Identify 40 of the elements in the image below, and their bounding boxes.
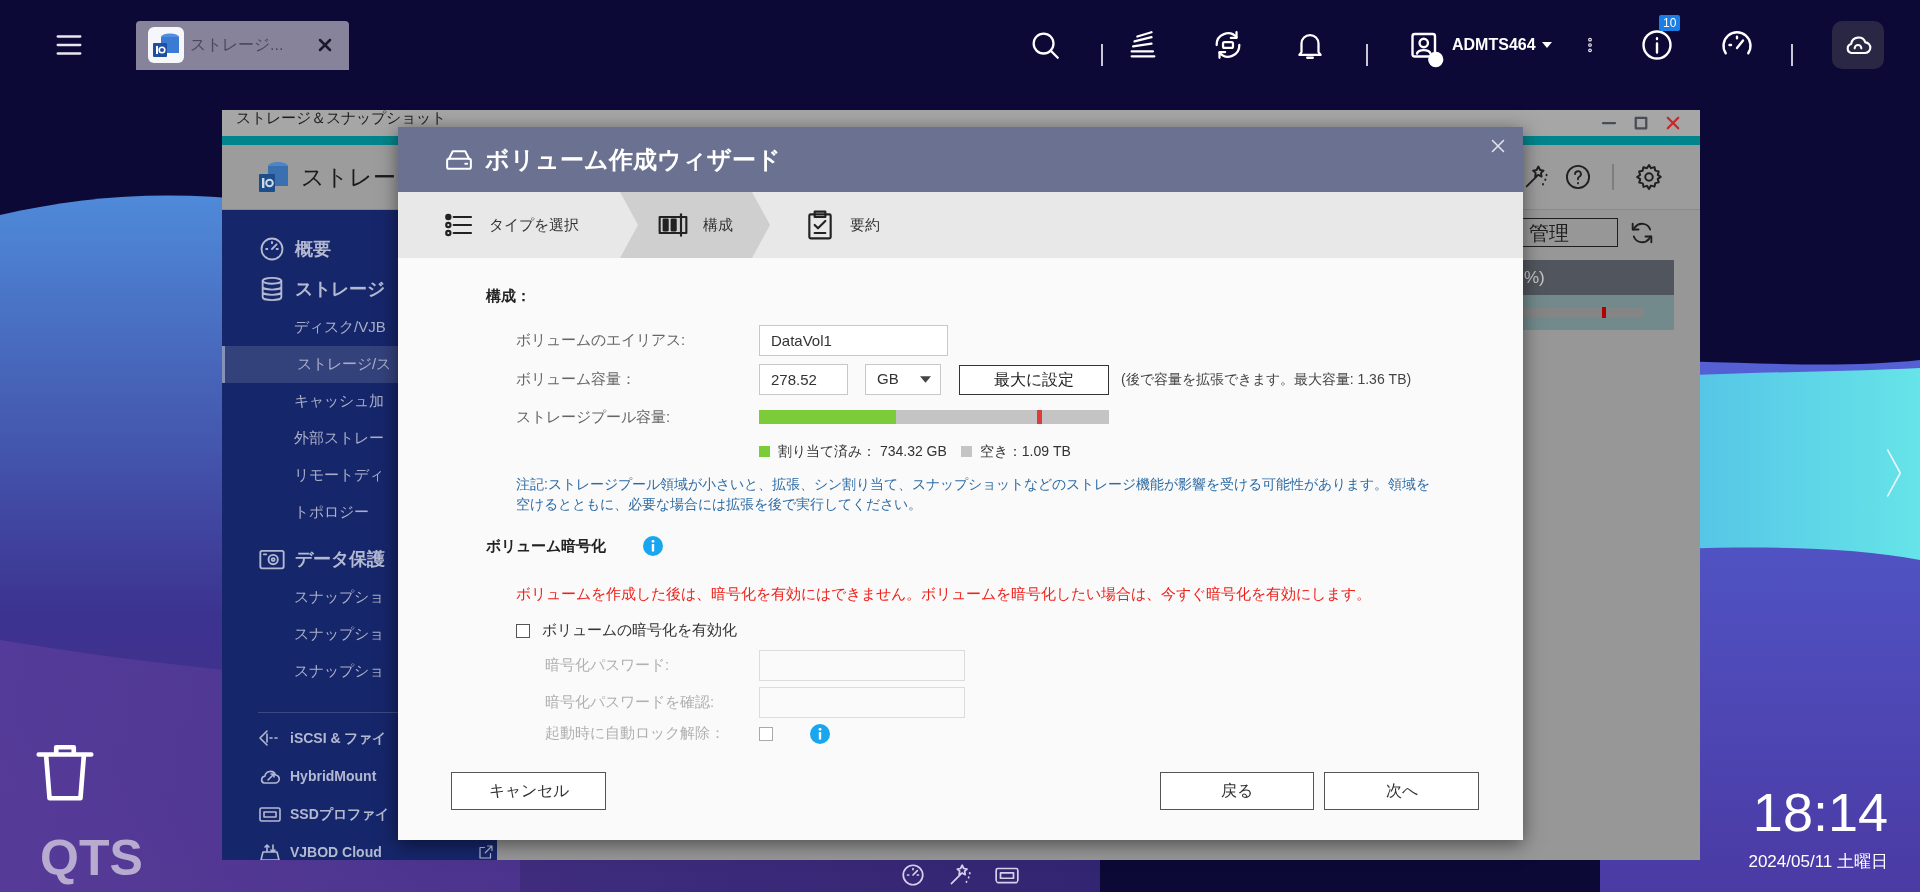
field-label: 暗号化パスワード: <box>545 654 671 675</box>
max-button[interactable]: 最大に設定 <box>959 364 1109 395</box>
legend-label: 割り当て済み： 734.32 GB <box>778 441 947 461</box>
section-heading: ボリューム暗号化 <box>486 535 606 556</box>
dialog-title: ボリューム作成ウィザード <box>485 144 781 175</box>
field-label: ボリューム容量： <box>516 369 637 390</box>
column-header: %) <box>1524 266 1545 289</box>
section-heading: 構成： <box>486 286 532 305</box>
sidebar-link[interactable]: iSCSI & ファイ <box>290 727 387 749</box>
user-menu[interactable]: ADMTS464 <box>1452 30 1572 60</box>
notification-badge: 10 <box>1659 15 1681 31</box>
legend-label: 空き：1.09 TB <box>979 441 1071 461</box>
sidebar-link[interactable]: VJBOD Cloud <box>290 841 382 860</box>
note-text: 注記:ストレージプール領域が小さいと、拡張、シン割り当て、スナップショットなどのストレージ機能が影響を受ける可能性があります。領域を空けるとともに、必要な場合には拡張を後で実行してください。 <box>516 475 1431 514</box>
wizard-step[interactable]: 構成 <box>620 192 770 258</box>
capacity-hint: (後で容量を拡張できます。最大容量: 1.36 TB) <box>1121 370 1412 389</box>
next-button[interactable]: 次へ <box>1324 772 1479 810</box>
wizard-step[interactable]: タイプを選択 <box>398 192 620 258</box>
field-label: ボリュームのエイリアス: <box>516 330 687 351</box>
checkbox-label: ボリュームの暗号化を有効化 <box>542 620 737 641</box>
app-title: ストレー <box>301 162 396 192</box>
wizard-step[interactable]: 要約 <box>770 192 1070 258</box>
sidebar-link[interactable]: HybridMount <box>290 765 377 787</box>
brand-name: QTS <box>40 830 143 886</box>
capacity-field[interactable]: 278.52 <box>759 364 848 395</box>
field-label: 起動時に自動ロック解除： <box>545 723 726 744</box>
alias-field[interactable]: DataVol1 <box>759 325 948 356</box>
warning-text: ボリュームを作成した後は、暗号化を有効にはできません。ボリュームを暗号化したい場合は、今すぐ暗号化を有効にします。 <box>516 584 1372 604</box>
back-button[interactable]: 戻る <box>1160 772 1314 810</box>
section-label: ストレージ <box>295 277 385 301</box>
unit-dropdown[interactable]: GB <box>865 364 941 395</box>
cancel-button[interactable]: キャンセル <box>451 772 606 810</box>
window-title: ストレージ＆スナップショット <box>236 110 446 126</box>
sidebar-link[interactable]: SSDプロファイ <box>290 803 389 825</box>
clock-time: 18:14 <box>1752 782 1888 842</box>
section-label: 概要 <box>295 237 331 261</box>
field-label: 暗号化パスワードを確認: <box>545 691 716 712</box>
section-label: データ保護 <box>295 547 385 571</box>
clock-date: 2024/05/11 土曜日 <box>1748 851 1888 873</box>
field-label: ストレージプール容量: <box>516 406 672 427</box>
